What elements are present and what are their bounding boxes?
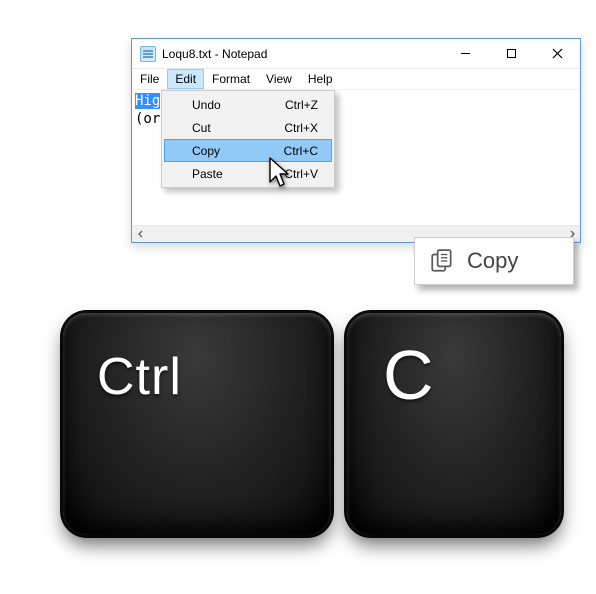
editor-line2: (or [135, 111, 160, 127]
menu-item-undo[interactable]: Undo Ctrl+Z [164, 93, 332, 116]
menu-edit[interactable]: Edit [167, 69, 204, 89]
menu-item-copy[interactable]: Copy Ctrl+C [164, 139, 332, 162]
scroll-left-icon[interactable] [132, 226, 149, 243]
menu-item-paste[interactable]: Paste Ctrl+V [164, 162, 332, 185]
copy-tooltip[interactable]: Copy [414, 237, 574, 285]
minimize-button[interactable] [442, 39, 488, 68]
menu-format[interactable]: Format [204, 69, 258, 89]
edit-dropdown-menu: Undo Ctrl+Z Cut Ctrl+X Copy Ctrl+C Paste… [161, 90, 335, 188]
menu-item-label: Copy [192, 144, 220, 158]
mouse-cursor-icon [268, 156, 294, 190]
menu-item-shortcut: Ctrl+X [284, 121, 328, 135]
menu-item-label: Undo [192, 98, 221, 112]
menu-file[interactable]: File [132, 69, 167, 89]
titlebar[interactable]: Loqu8.txt - Notepad [132, 39, 580, 69]
key-c-label: C [383, 335, 435, 415]
window-controls [442, 39, 580, 68]
key-ctrl-label: Ctrl [97, 347, 182, 407]
menu-view[interactable]: View [258, 69, 300, 89]
maximize-button[interactable] [488, 39, 534, 68]
menubar: File Edit Format View Help [132, 69, 580, 90]
notepad-app-icon [140, 46, 156, 62]
window-title: Loqu8.txt - Notepad [162, 47, 267, 61]
copy-tooltip-label: Copy [467, 248, 518, 274]
selected-text: Hig [135, 93, 160, 109]
close-button[interactable] [534, 39, 580, 68]
copy-icon [429, 248, 455, 274]
menu-item-cut[interactable]: Cut Ctrl+X [164, 116, 332, 139]
keyboard-keys: Ctrl C [63, 313, 561, 535]
menu-item-label: Paste [192, 167, 223, 181]
menu-help[interactable]: Help [300, 69, 341, 89]
menu-item-shortcut: Ctrl+Z [285, 98, 328, 112]
menu-item-label: Cut [192, 121, 211, 135]
key-ctrl[interactable]: Ctrl [63, 313, 331, 535]
key-c[interactable]: C [347, 313, 561, 535]
